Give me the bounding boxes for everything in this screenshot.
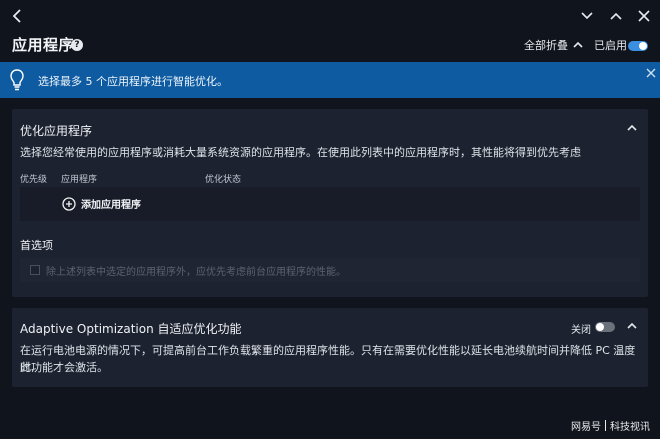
- minimize-button[interactable]: [577, 6, 597, 26]
- collapse-all-button[interactable]: 全部折叠: [524, 37, 584, 53]
- page-header: 应用程序 ? 全部折叠 已启用: [0, 32, 660, 60]
- column-header-app: 应用程序: [61, 175, 98, 185]
- close-window-button[interactable]: [634, 6, 654, 26]
- card-description-line1: 在运行电池电源的情况下，可提高前台工作负载繁重的应用程序性能。只有在需要优化性能…: [20, 344, 636, 374]
- add-app-label: 添加应用程序: [81, 200, 141, 211]
- app-list-row: 添加应用程序: [20, 187, 640, 221]
- help-icon[interactable]: ?: [71, 39, 83, 51]
- close-icon: [638, 10, 650, 22]
- card-title: Adaptive Optimization 自适应优化功能: [20, 322, 242, 336]
- maximize-button[interactable]: [606, 6, 626, 26]
- card-description-line2: 此功能才会激活。: [20, 361, 108, 374]
- collapse-card-button[interactable]: [625, 319, 639, 333]
- toggle-knob: [596, 323, 604, 331]
- chevron-up-icon: [627, 322, 637, 329]
- optimize-apps-card: 优化应用程序 选择您经常使用的应用程序或消耗大量系统资源的应用程序。在使用此列表…: [12, 109, 648, 297]
- adaptive-optimization-card: Adaptive Optimization 自适应优化功能 关闭 在运行电池电源…: [12, 308, 648, 387]
- preferences-title: 首选项: [20, 239, 53, 252]
- enabled-label: 已启用: [594, 39, 627, 52]
- chevron-up-icon: [610, 12, 622, 20]
- lightbulb-icon: [9, 68, 25, 92]
- column-header-status: 优化状态: [205, 175, 242, 185]
- enabled-toggle[interactable]: [628, 41, 648, 51]
- foreground-priority-checkbox[interactable]: [30, 265, 40, 275]
- page-title: 应用程序: [12, 36, 75, 54]
- close-icon[interactable]: [646, 68, 656, 78]
- title-bar: [0, 0, 660, 32]
- card-title: 优化应用程序: [20, 124, 93, 138]
- preference-row: 除上述列表中选定的应用程序外，应优先考虑前台应用程序的性能。: [20, 258, 640, 282]
- toggle-knob: [639, 42, 647, 50]
- card-description: 选择您经常使用的应用程序或消耗大量系统资源的应用程序。在使用此列表中的应用程序时…: [20, 146, 581, 159]
- back-button[interactable]: [8, 6, 28, 26]
- banner-text: 选择最多 5 个应用程序进行智能优化。: [38, 75, 228, 88]
- add-app-button[interactable]: 添加应用程序: [62, 196, 141, 211]
- plus-circle-icon: [62, 196, 76, 211]
- chevron-down-icon: [581, 12, 593, 20]
- column-header-priority: 优先级: [20, 175, 48, 185]
- watermark-author: 科技视讯: [610, 422, 650, 433]
- info-banner: 选择最多 5 个应用程序进行智能优化。: [0, 62, 660, 98]
- chevron-up-icon: [627, 124, 637, 131]
- chevron-left-icon: [12, 9, 21, 23]
- preference-label: 除上述列表中选定的应用程序外，应优先考虑前台应用程序的性能。: [46, 267, 346, 278]
- toggle-state-label: 关闭: [571, 325, 591, 336]
- chevron-up-icon: [573, 41, 583, 48]
- adaptive-optimization-toggle[interactable]: [595, 322, 615, 332]
- watermark: 网易号 科技视讯: [571, 418, 650, 433]
- collapse-all-label: 全部折叠: [524, 39, 568, 52]
- divider: [605, 420, 606, 431]
- collapse-card-button[interactable]: [625, 121, 639, 135]
- watermark-source: 网易号: [571, 422, 601, 433]
